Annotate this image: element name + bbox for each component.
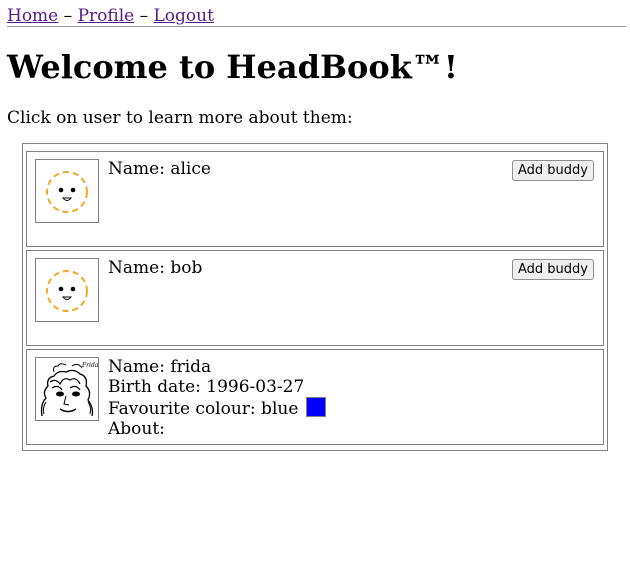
user-card-alice[interactable]: Name: alice Add buddy [26,151,604,247]
nav-separator: – [63,6,73,26]
page-title: Welcome to HeadBook™! [7,48,458,86]
user-about: About: [108,418,165,439]
colour-swatch [305,397,326,417]
logout-link[interactable]: Logout [154,6,214,26]
frida-sketch-avatar: Frida [35,357,99,421]
svg-text:Frida: Frida [81,362,98,369]
add-buddy-button[interactable]: Add buddy [512,259,594,280]
user-name: Name: frida [108,357,212,377]
default-smiley-icon [35,159,99,223]
user-card-frida[interactable]: Frida Name: frida Birth date: 1996-03-27… [26,349,604,445]
user-name: Name: alice [108,159,211,179]
favourite-colour-label: Favourite colour: blue [108,399,299,419]
home-link[interactable]: Home [7,6,58,26]
user-name: Name: bob [108,258,203,278]
user-list: Name: alice Add buddy Name: bob Add budd… [22,143,608,451]
intro-text: Click on user to learn more about them: [7,108,353,128]
default-smiley-icon [35,258,99,322]
user-info: Name: frida Birth date: 1996-03-27 Favou… [108,357,326,439]
add-buddy-button[interactable]: Add buddy [512,160,594,181]
user-favourite-colour: Favourite colour: blue [108,397,326,420]
user-info: Name: alice [108,159,211,180]
profile-link[interactable]: Profile [78,6,135,26]
user-birth-date: Birth date: 1996-03-27 [108,376,305,397]
top-nav: Home – Profile – Logout [7,6,626,27]
user-info: Name: bob [108,258,203,279]
nav-separator: – [139,6,149,26]
user-card-bob[interactable]: Name: bob Add buddy [26,250,604,346]
